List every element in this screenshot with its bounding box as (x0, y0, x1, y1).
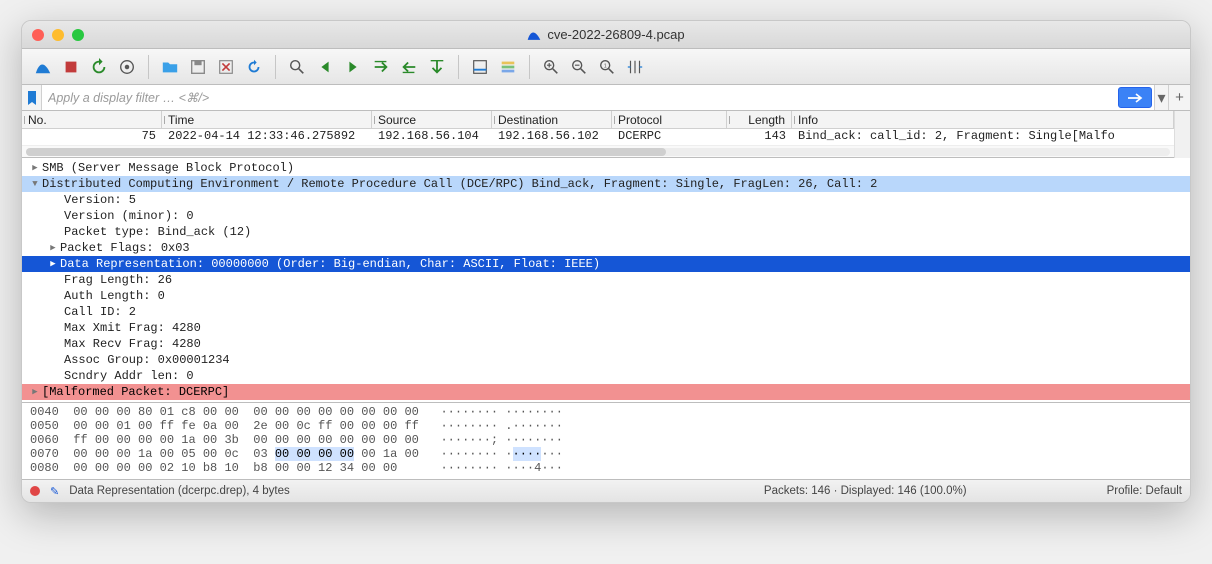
find-icon[interactable] (284, 54, 310, 80)
window-title-text: cve-2022-26809-4.pcap (547, 27, 684, 42)
packet-list-vscroll[interactable] (1174, 111, 1190, 158)
packet-list-header: No. Time Source Destination Protocol Len… (22, 111, 1174, 129)
options-icon[interactable] (114, 54, 140, 80)
expert-info-icon[interactable] (30, 486, 40, 496)
col-header-time[interactable]: Time (162, 111, 372, 128)
colorize-icon[interactable] (495, 54, 521, 80)
titlebar: cve-2022-26809-4.pcap (22, 21, 1190, 49)
tree-item[interactable]: ▶Packet Flags: 0x03 (22, 240, 1190, 256)
tree-label: Version (minor): 0 (64, 209, 194, 223)
display-filter-bar: ▾ + (22, 85, 1190, 111)
tree-item-selected[interactable]: ▶Data Representation: 00000000 (Order: B… (22, 256, 1190, 272)
tree-item[interactable]: Scndry Addr len: 0 (22, 368, 1190, 384)
status-bar: ✎ Data Representation (dcerpc.drep), 4 b… (22, 480, 1190, 502)
restart-icon[interactable] (86, 54, 112, 80)
window-title: cve-2022-26809-4.pcap (22, 27, 1190, 42)
tree-item[interactable]: Max Recv Frag: 4280 (22, 336, 1190, 352)
status-packets: Packets: 146 · Displayed: 146 (100.0%) (764, 485, 967, 497)
col-header-length[interactable]: Length (727, 111, 792, 128)
status-profile[interactable]: Profile: Default (1107, 485, 1182, 497)
zoom-in-icon[interactable] (538, 54, 564, 80)
tree-label: Call ID: 2 (64, 305, 136, 319)
shark-fin-icon[interactable] (30, 54, 56, 80)
stop-icon[interactable] (58, 54, 84, 80)
col-header-source[interactable]: Source (372, 111, 492, 128)
cell-destination: 192.168.56.102 (492, 129, 612, 145)
tree-label: Data Representation: 00000000 (Order: Bi… (60, 257, 600, 271)
tree-item[interactable]: ▶SMB (Server Message Block Protocol) (22, 160, 1190, 176)
tree-label: Auth Length: 0 (64, 289, 165, 303)
add-filter-button[interactable]: + (1168, 85, 1190, 110)
tree-item[interactable]: Packet type: Bind_ack (12) (22, 224, 1190, 240)
close-file-icon[interactable] (213, 54, 239, 80)
expand-icon[interactable]: ▶ (28, 387, 42, 397)
prev-icon[interactable] (312, 54, 338, 80)
resize-columns-icon[interactable] (622, 54, 648, 80)
status-field: Data Representation (dcerpc.drep), 4 byt… (69, 485, 290, 497)
tree-label: [Malformed Packet: DCERPC] (42, 385, 229, 399)
filter-dropdown-icon[interactable]: ▾ (1154, 85, 1168, 110)
cell-source: 192.168.56.104 (372, 129, 492, 145)
app-window: cve-2022-26809-4.pcap 1 (21, 20, 1191, 503)
wireshark-icon (527, 28, 541, 42)
main-toolbar: 1 (22, 49, 1190, 85)
tree-item[interactable]: ▼Distributed Computing Environment / Rem… (22, 176, 1190, 192)
packet-list-pane: No. Time Source Destination Protocol Len… (22, 111, 1174, 158)
cell-length: 143 (727, 129, 792, 145)
tree-item[interactable]: Auth Length: 0 (22, 288, 1190, 304)
tree-item[interactable]: Max Xmit Frag: 4280 (22, 320, 1190, 336)
cell-time: 2022-04-14 12:33:46.275892 (162, 129, 372, 145)
svg-text:1: 1 (604, 63, 607, 69)
zoom-out-icon[interactable] (566, 54, 592, 80)
col-header-info[interactable]: Info (792, 111, 1174, 128)
tree-item[interactable]: Version: 5 (22, 192, 1190, 208)
tree-label: Distributed Computing Environment / Remo… (42, 177, 877, 191)
apply-filter-button[interactable] (1118, 87, 1152, 108)
tree-item[interactable]: Assoc Group: 0x00001234 (22, 352, 1190, 368)
tree-item-malformed[interactable]: ▶[Malformed Packet: DCERPC] (22, 384, 1190, 400)
cell-info: Bind_ack: call_id: 2, Fragment: Single[M… (792, 129, 1174, 145)
expand-icon[interactable]: ▶ (46, 259, 60, 269)
tree-label: Packet type: Bind_ack (12) (64, 225, 251, 239)
tree-label: Max Recv Frag: 4280 (64, 337, 201, 351)
tree-item[interactable]: Frag Length: 26 (22, 272, 1190, 288)
display-filter-input[interactable] (42, 85, 1116, 110)
packet-row[interactable]: 75 2022-04-14 12:33:46.275892 192.168.56… (22, 129, 1174, 145)
tree-label: Version: 5 (64, 193, 136, 207)
bookmark-icon[interactable] (22, 85, 42, 110)
auto-scroll-icon[interactable] (467, 54, 493, 80)
expand-icon[interactable]: ▶ (28, 163, 42, 173)
cell-protocol: DCERPC (612, 129, 727, 145)
edit-icon[interactable]: ✎ (50, 485, 59, 498)
packet-bytes-pane[interactable]: 0040 00 00 00 80 01 c8 00 00 00 00 00 00… (22, 403, 1190, 480)
col-header-destination[interactable]: Destination (492, 111, 612, 128)
save-icon[interactable] (185, 54, 211, 80)
zoom-reset-icon[interactable]: 1 (594, 54, 620, 80)
tree-label: Scndry Addr len: 0 (64, 369, 194, 383)
goto-icon[interactable] (368, 54, 394, 80)
tree-item[interactable]: Call ID: 2 (22, 304, 1190, 320)
last-icon[interactable] (424, 54, 450, 80)
col-header-no[interactable]: No. (22, 111, 162, 128)
packet-list-hscroll[interactable] (22, 145, 1174, 157)
tree-label: Assoc Group: 0x00001234 (64, 353, 230, 367)
tree-label: Frag Length: 26 (64, 273, 172, 287)
first-icon[interactable] (396, 54, 422, 80)
reload-icon[interactable] (241, 54, 267, 80)
next-icon[interactable] (340, 54, 366, 80)
packet-details-pane: ▶SMB (Server Message Block Protocol) ▼Di… (22, 158, 1190, 403)
expand-icon[interactable]: ▶ (46, 243, 60, 253)
tree-label: SMB (Server Message Block Protocol) (42, 161, 294, 175)
tree-label: Packet Flags: 0x03 (60, 241, 190, 255)
open-icon[interactable] (157, 54, 183, 80)
cell-no: 75 (22, 129, 162, 145)
tree-item[interactable]: Version (minor): 0 (22, 208, 1190, 224)
col-header-protocol[interactable]: Protocol (612, 111, 727, 128)
collapse-icon[interactable]: ▼ (28, 179, 42, 189)
tree-label: Max Xmit Frag: 4280 (64, 321, 201, 335)
